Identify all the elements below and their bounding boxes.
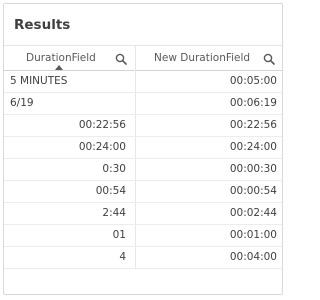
results-panel: Results DurationField New DurationField … [3, 3, 283, 295]
duration-cell: 6/19 [10, 97, 34, 109]
table-row[interactable]: 01 00:01:00 [4, 225, 282, 247]
table-row[interactable]: 5 MINUTES 00:05:00 [4, 71, 282, 93]
new-duration-cell: 00:02:44 [135, 203, 282, 224]
new-duration-cell: 00:24:00 [135, 137, 282, 158]
duration-cell: 2:44 [102, 207, 126, 219]
duration-cell: 00:54 [95, 185, 126, 197]
search-icon[interactable] [115, 53, 127, 65]
new-duration-cell: 00:05:00 [135, 71, 282, 92]
duration-cell: 00:22:56 [78, 119, 126, 131]
duration-cell: 5 MINUTES [10, 75, 68, 87]
column-header-label: New DurationField [154, 52, 251, 64]
table-row[interactable]: 00:54 00:00:54 [4, 181, 282, 203]
results-table: DurationField New DurationField 5 MINUTE… [4, 45, 282, 269]
sort-ascending-icon [55, 65, 63, 70]
new-duration-cell: 00:01:00 [135, 225, 282, 246]
table-row[interactable]: 2:44 00:02:44 [4, 203, 282, 225]
new-duration-cell: 00:00:30 [135, 159, 282, 180]
table-row[interactable]: 00:22:56 00:22:56 [4, 115, 282, 137]
new-duration-cell: 00:00:54 [135, 181, 282, 202]
column-header-new-durationfield[interactable]: New DurationField [135, 46, 282, 71]
table-row[interactable]: 0:30 00:00:30 [4, 159, 282, 181]
column-header-durationfield[interactable]: DurationField [4, 46, 134, 71]
duration-cell: 4 [119, 251, 126, 263]
duration-cell: 00:24:00 [78, 141, 126, 153]
table-row[interactable]: 6/19 00:06:19 [4, 93, 282, 115]
search-icon[interactable] [263, 53, 275, 65]
table-header: DurationField New DurationField [4, 45, 282, 71]
duration-cell: 01 [112, 229, 126, 241]
table-row[interactable]: 4 00:04:00 [4, 247, 282, 269]
new-duration-cell: 00:06:19 [135, 93, 282, 114]
new-duration-cell: 00:22:56 [135, 115, 282, 136]
panel-title: Results [14, 17, 71, 33]
duration-cell: 0:30 [102, 163, 126, 175]
new-duration-cell: 00:04:00 [135, 247, 282, 268]
table-row[interactable]: 00:24:00 00:24:00 [4, 137, 282, 159]
